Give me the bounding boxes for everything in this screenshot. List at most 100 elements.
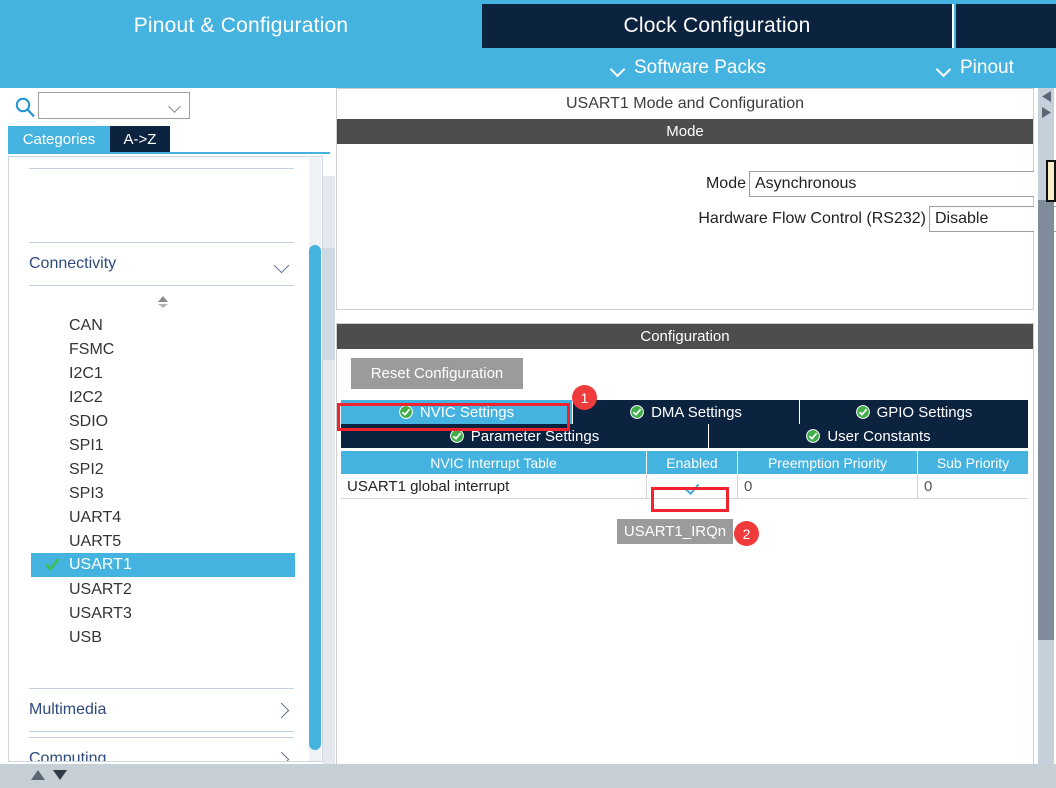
tab-third-partial[interactable] <box>956 4 1056 48</box>
sidebar-group-multimedia[interactable]: Multimedia <box>29 688 294 732</box>
table-cell-preemption-priority[interactable]: 0 <box>738 474 918 499</box>
menu-pinout[interactable]: Pinout <box>938 48 1014 88</box>
stm32cubemx-window: Pinout & Configuration Clock Configurati… <box>0 0 1056 788</box>
tree-scroll-up-hint-icon[interactable] <box>154 295 172 309</box>
chevron-down-icon <box>612 64 625 72</box>
sidebar-item-spi3-label: SPI3 <box>69 485 104 502</box>
field-label-hardware-flow-control: Hardware Flow Control (RS232) <box>698 210 926 227</box>
table-cell-sub-priority[interactable]: 0 <box>918 474 1028 499</box>
tab-pinout-and-configuration-label: Pinout & Configuration <box>133 14 349 37</box>
tab-nvic-settings[interactable]: NVIC Settings <box>341 400 573 424</box>
sidebar-outer-scrollbar-thumb[interactable] <box>323 248 335 360</box>
sidebar-item-usart1-label: USART1 <box>69 556 132 573</box>
tree-top-divider <box>29 168 294 169</box>
configuration-main-panel: USART1 Mode and Configuration Mode Mode … <box>336 88 1056 774</box>
sidebar-item-usart3[interactable]: USART3 <box>37 602 287 626</box>
sidebar-item-usb[interactable]: USB <box>37 626 287 650</box>
hardware-flow-control-select-value: Disable <box>935 210 989 227</box>
tab-gpio-settings-label: GPIO Settings <box>876 403 973 421</box>
annotation-badge-1: 1 <box>572 385 597 410</box>
scroll-collapse-up-icon[interactable] <box>30 768 46 782</box>
sidebar-item-i2c1-label: I2C1 <box>69 365 103 382</box>
sidebar-item-usart3-label: USART3 <box>69 605 132 622</box>
column-header-sub-priority[interactable]: Sub Priority <box>918 451 1028 474</box>
subtab-a-to-z[interactable]: A->Z <box>110 126 170 152</box>
sidebar-item-spi2[interactable]: SPI2 <box>37 458 287 482</box>
menu-pinout-label: Pinout <box>960 57 1014 78</box>
sidebar-group-computing[interactable]: Computing <box>29 737 294 761</box>
sidebar-item-uart5[interactable]: UART5 <box>37 530 287 554</box>
sidebar-item-i2c2-label: I2C2 <box>69 389 103 406</box>
tree-scrollbar-thumb[interactable] <box>309 245 321 750</box>
bottom-scroll-strip[interactable] <box>0 764 1056 788</box>
sidebar-item-usart1[interactable]: USART1 <box>31 553 295 577</box>
search-combobox[interactable] <box>38 92 190 119</box>
chevron-right-icon <box>274 702 290 718</box>
sidebar-item-usart2-label: USART2 <box>69 581 132 598</box>
chevron-right-icon <box>274 751 290 761</box>
menu-software-packs[interactable]: Software Packs <box>612 48 766 88</box>
scroll-expand-down-icon[interactable] <box>52 768 68 782</box>
search-input[interactable] <box>42 95 167 116</box>
column-header-enabled[interactable]: Enabled <box>647 451 738 474</box>
sidebar-item-fsmc[interactable]: FSMC <box>37 338 287 362</box>
check-circle-icon <box>806 429 821 443</box>
enabled-checkbox[interactable] <box>684 478 700 494</box>
tab-user-constants-label: User Constants <box>827 427 931 445</box>
mode-select[interactable]: Asynchronous <box>749 171 1056 197</box>
sidebar-item-sdio-label: SDIO <box>69 413 109 430</box>
check-circle-icon <box>449 429 464 443</box>
scroll-down-arrow-icon[interactable] <box>1040 106 1053 119</box>
mode-card: USART1 Mode and Configuration Mode Mode … <box>336 88 1056 310</box>
configuration-section-header: Configuration <box>337 324 1033 349</box>
tab-user-constants[interactable]: User Constants <box>709 424 1028 448</box>
search-row <box>0 88 330 126</box>
sidebar-item-spi1-label: SPI1 <box>69 437 104 454</box>
sidebar-item-usart2[interactable]: USART2 <box>37 578 287 602</box>
column-header-nvic-interrupt-table[interactable]: NVIC Interrupt Table <box>341 451 647 474</box>
subtab-a-to-z-label: A->Z <box>123 130 157 148</box>
tab-parameter-settings[interactable]: Parameter Settings <box>341 424 709 448</box>
sidebar-item-sdio[interactable]: SDIO <box>37 410 287 434</box>
configuration-card: Configuration Reset Configuration NVIC S… <box>336 323 1034 774</box>
sidebar-item-uart5-label: UART5 <box>69 533 122 550</box>
tab-gpio-settings[interactable]: GPIO Settings <box>800 400 1028 424</box>
check-circle-icon <box>398 405 413 419</box>
sidebar-group-connectivity[interactable]: Connectivity <box>29 242 294 286</box>
sidebar-item-can[interactable]: CAN <box>37 314 287 338</box>
sidebar-item-fsmc-label: FSMC <box>69 341 115 358</box>
column-header-preemption-priority[interactable]: Preemption Priority <box>738 451 918 474</box>
check-icon <box>45 558 60 572</box>
sidebar-item-i2c2[interactable]: I2C2 <box>37 386 287 410</box>
mode-select-value: Asynchronous <box>755 175 857 192</box>
sidebar-item-can-label: CAN <box>69 317 103 334</box>
tab-dma-settings[interactable]: DMA Settings <box>573 400 800 424</box>
main-tab-bar: Pinout & Configuration Clock Configurati… <box>0 0 1056 48</box>
scroll-up-arrow-icon[interactable] <box>1040 90 1053 103</box>
peripheral-tree: Connectivity CAN FSMC I2C1 I2C2 SDIO SPI… <box>8 156 323 762</box>
search-icon[interactable] <box>14 96 36 118</box>
peripheral-sidebar: Categories A->Z Connectivity CAN FSMC I2… <box>0 88 335 788</box>
check-circle-icon <box>630 405 644 419</box>
menu-software-packs-label: Software Packs <box>634 57 766 78</box>
sidebar-item-uart4-label: UART4 <box>69 509 122 526</box>
chevron-down-icon <box>938 64 951 72</box>
table-row-interrupt-name: USART1 global interrupt <box>341 474 647 499</box>
reset-configuration-button[interactable]: Reset Configuration <box>351 358 523 389</box>
right-vertical-scrollbar-thumb[interactable] <box>1038 200 1054 640</box>
tab-pinout-and-configuration[interactable]: Pinout & Configuration <box>0 4 482 48</box>
sidebar-item-i2c1[interactable]: I2C1 <box>37 362 287 386</box>
chevron-down-icon[interactable] <box>170 102 181 109</box>
subtab-categories[interactable]: Categories <box>8 126 110 152</box>
subtab-categories-label: Categories <box>22 130 96 148</box>
sidebar-item-uart4[interactable]: UART4 <box>37 506 287 530</box>
sidebar-item-spi1[interactable]: SPI1 <box>37 434 287 458</box>
table-cell-enabled[interactable] <box>647 474 738 499</box>
annotation-badge-2: 2 <box>734 521 759 546</box>
sidebar-subtabs: Categories A->Z <box>8 126 330 152</box>
sidebar-item-spi3[interactable]: SPI3 <box>37 482 287 506</box>
pin-highlight-marker <box>1046 160 1056 202</box>
tab-clock-configuration[interactable]: Clock Configuration <box>482 4 954 48</box>
tab-parameter-settings-label: Parameter Settings <box>470 427 600 445</box>
sidebar-item-usb-label: USB <box>69 629 102 646</box>
